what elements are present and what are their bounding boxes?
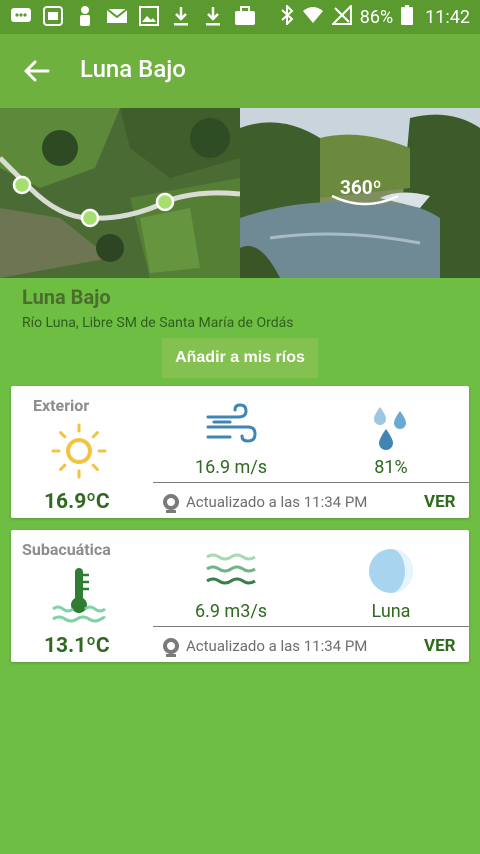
exterior-card: Exterior 16.9ºC 16.9 m/s 81% Actualizado… (11, 386, 469, 518)
subacuatica-card: Subacuática 13.1ºC 6.9 m3/s Luna Actuali… (11, 530, 469, 662)
flow-rate: 6.9 m3/s (194, 601, 268, 622)
moon-label: Luna (371, 601, 411, 622)
download-icon (170, 5, 192, 27)
moon-phase-icon (364, 547, 418, 595)
humidity-column: 81% (331, 398, 451, 478)
mail-icon (106, 5, 128, 27)
message-icon (10, 5, 32, 27)
app-bar: Luna Bajo (0, 34, 480, 108)
person-icon (74, 5, 96, 27)
gallery-icon (138, 5, 160, 27)
webcam-icon (161, 637, 181, 657)
hero-images (0, 108, 480, 279)
status-bar: 86% 11:42 (0, 0, 480, 34)
wind-speed: 16.9 m/s (194, 457, 268, 478)
briefcase-icon (234, 5, 256, 27)
wind-column: 16.9 m/s (171, 398, 291, 478)
water-thermometer-icon (49, 565, 109, 625)
exterior-label: Exterior (33, 396, 90, 415)
card-divider (153, 626, 469, 627)
battery-icon (401, 5, 414, 30)
battery-percent: 86% (359, 7, 394, 28)
air-temperature: 16.9ºC (44, 490, 110, 514)
bluetooth-icon (280, 3, 294, 30)
water-drops-icon (364, 403, 418, 451)
panorama-icon (331, 194, 399, 206)
ver-link[interactable]: VER (424, 636, 456, 656)
ver-link[interactable]: VER (424, 492, 456, 512)
updated-text: Actualizado a las 11:34 PM (186, 493, 368, 511)
wifi-icon (302, 6, 324, 29)
wind-icon (204, 403, 258, 451)
water-temperature: 13.1ºC (44, 634, 110, 658)
water-waves-icon (204, 547, 258, 595)
sun-icon (49, 421, 109, 481)
updated-text: Actualizado a las 11:34 PM (186, 637, 368, 655)
image-app-icon (42, 5, 64, 27)
river-name: Luna Bajo (22, 285, 111, 309)
clock: 11:42 (425, 7, 470, 28)
humidity-value: 81% (374, 457, 408, 478)
no-signal-icon (330, 3, 352, 30)
webcam-icon (161, 493, 181, 513)
satellite-map[interactable] (0, 108, 241, 278)
download-icon (202, 5, 224, 27)
subacuatica-label: Subacuática (22, 540, 111, 559)
back-arrow-icon[interactable] (22, 56, 52, 86)
river-subtitle: Río Luna, Libre SM de Santa María de Ord… (22, 315, 294, 331)
flow-column: 6.9 m3/s (171, 542, 291, 622)
moon-column: Luna (331, 542, 451, 622)
app-bar-title: Luna Bajo (80, 55, 186, 83)
add-to-my-rivers-button[interactable]: Añadir a mis ríos (162, 338, 318, 378)
card-divider (153, 482, 469, 483)
badge-360[interactable]: 360º (330, 176, 400, 210)
